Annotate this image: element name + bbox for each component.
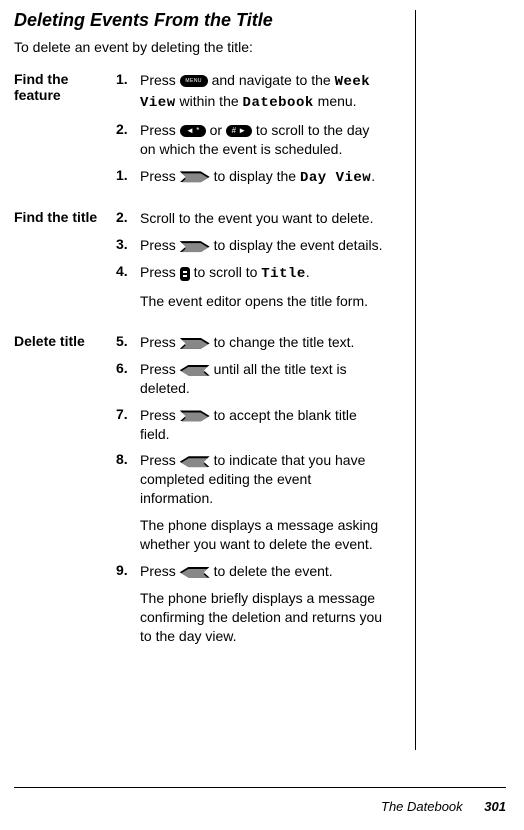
step-body: Press to delete the event.: [140, 562, 386, 581]
step-body: Press to change the title text.: [140, 333, 386, 352]
section-delete-title: Delete title 5. Press to change the titl…: [14, 333, 506, 653]
step-number: 5.: [116, 333, 140, 352]
right-softkey-icon: [180, 410, 210, 421]
section-label: Find the feature: [14, 71, 116, 195]
step-body: Press MENU and navigate to the Week View…: [140, 71, 386, 113]
step-note: The phone briefly displays a message con…: [140, 589, 386, 646]
step-body: Press ◄ * or # ► to scroll to the day on…: [140, 121, 386, 159]
menu-key-icon: MENU: [180, 75, 208, 87]
intro-text: To delete an event by deleting the title…: [14, 39, 506, 55]
right-softkey-icon: [180, 338, 210, 349]
footer-doc-title: The Datebook: [381, 799, 463, 814]
star-left-key-icon: ◄ *: [180, 125, 206, 137]
section-label: Delete title: [14, 333, 116, 653]
scroll-key-icon: [180, 267, 190, 281]
section-label: Find the title: [14, 209, 116, 319]
step-body: Scroll to the event you want to delete.: [140, 209, 386, 228]
step-number: 3.: [116, 236, 140, 255]
step-body: Press to accept the blank title field.: [140, 406, 386, 444]
step-number: 7.: [116, 406, 140, 444]
step-number: 6.: [116, 360, 140, 398]
page-title: Deleting Events From the Title: [14, 10, 506, 31]
right-softkey-icon: [180, 241, 210, 252]
step-number: 8.: [116, 451, 140, 508]
step-body: Press until all the title text is delete…: [140, 360, 386, 398]
footer: The Datebook 301: [381, 799, 506, 814]
step-number: 2.: [116, 209, 140, 228]
step-number: 2.: [116, 121, 140, 159]
horizontal-rule: [14, 787, 506, 788]
step-note: The event editor opens the title form.: [140, 292, 386, 311]
step-body: Press to indicate that you have complete…: [140, 451, 386, 508]
step-note: The phone displays a message asking whet…: [140, 516, 386, 554]
hash-right-key-icon: # ►: [226, 125, 252, 137]
left-softkey-icon: [180, 567, 210, 578]
step-body: Press to display the Day View.: [140, 167, 386, 188]
step-number: 1.: [116, 167, 140, 188]
step-body: Press to scroll to Title.: [140, 263, 386, 284]
step-body: Press to display the event details.: [140, 236, 386, 255]
step-number: 4.: [116, 263, 140, 284]
vertical-rule: [415, 10, 416, 750]
section-find-title: Find the title 2. Scroll to the event yo…: [14, 209, 506, 319]
footer-page-number: 301: [484, 799, 506, 814]
left-softkey-icon: [180, 456, 210, 467]
step-number: 1.: [116, 71, 140, 113]
section-find-feature: Find the feature 1. Press MENU and navig…: [14, 71, 506, 195]
left-softkey-icon: [180, 365, 210, 376]
right-softkey-icon: [180, 171, 210, 182]
step-number: 9.: [116, 562, 140, 581]
